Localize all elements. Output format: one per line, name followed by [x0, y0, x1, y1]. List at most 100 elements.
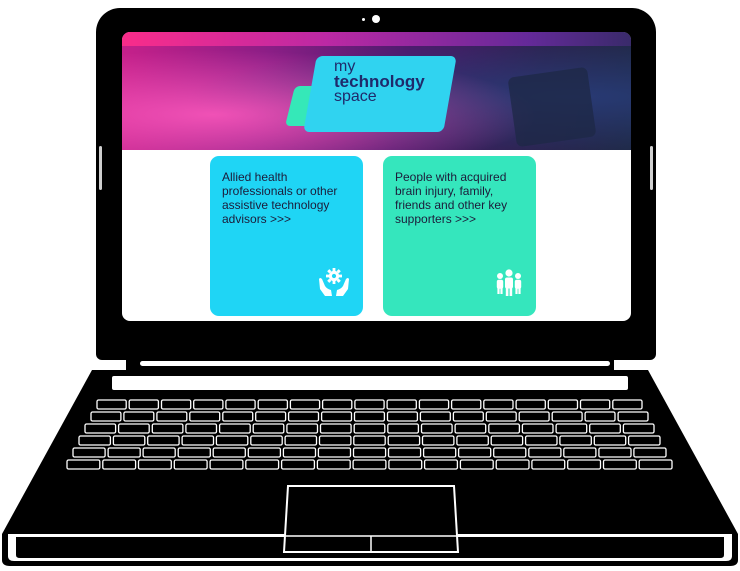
keyboard-key[interactable]: [156, 411, 188, 422]
keyboard-key[interactable]: [252, 423, 285, 434]
keyboard-key[interactable]: [317, 447, 352, 458]
keyboard-key[interactable]: [352, 447, 387, 458]
keyboard-key[interactable]: [78, 435, 112, 446]
keyboard-key[interactable]: [521, 423, 554, 434]
keyboard-key[interactable]: [107, 447, 141, 458]
keyboard-key[interactable]: [420, 423, 453, 434]
keyboard-key[interactable]: [483, 399, 514, 410]
keyboard-key[interactable]: [321, 399, 353, 410]
keyboard-key[interactable]: [531, 459, 566, 470]
keyboard-key[interactable]: [524, 435, 558, 446]
keyboard-key[interactable]: [559, 435, 592, 446]
keyboard-key[interactable]: [579, 399, 611, 410]
keyboard-key[interactable]: [495, 459, 530, 470]
keyboard-key[interactable]: [638, 459, 673, 470]
keyboard-key[interactable]: [193, 399, 224, 410]
keyboard-key[interactable]: [282, 447, 317, 458]
keyboard-key[interactable]: [567, 459, 602, 470]
card-professionals[interactable]: Allied health professionals or other ass…: [210, 156, 363, 316]
keyboard-key[interactable]: [218, 423, 251, 434]
keyboard-key[interactable]: [286, 423, 319, 434]
keyboard-key[interactable]: [185, 423, 218, 434]
keyboard-key[interactable]: [622, 423, 655, 434]
keyboard-key[interactable]: [387, 435, 421, 446]
keyboard-key[interactable]: [584, 411, 616, 422]
keyboard-key[interactable]: [247, 447, 282, 458]
keyboard-key[interactable]: [212, 447, 246, 458]
card-people-with-abi[interactable]: People with acquired brain injury, famil…: [383, 156, 536, 316]
keyboard-key[interactable]: [353, 435, 386, 446]
keyboard-key[interactable]: [488, 423, 521, 434]
keyboard-key[interactable]: [528, 447, 562, 458]
keyboard-key[interactable]: [123, 411, 155, 422]
keyboard-key[interactable]: [422, 447, 457, 458]
keyboard-key[interactable]: [627, 435, 661, 446]
keyboard-key[interactable]: [160, 399, 192, 410]
keyboard-key[interactable]: [547, 399, 579, 410]
keyboard-key[interactable]: [112, 435, 146, 446]
keyboard-key[interactable]: [418, 399, 450, 410]
keyboard-key[interactable]: [222, 411, 254, 422]
keyboard-key[interactable]: [280, 459, 316, 470]
keyboard-key[interactable]: [459, 459, 494, 470]
keyboard-key[interactable]: [257, 399, 289, 410]
keyboard-key[interactable]: [151, 423, 184, 434]
keyboard-key[interactable]: [66, 459, 101, 470]
keyboard-key[interactable]: [287, 411, 320, 422]
keyboard-key[interactable]: [563, 447, 597, 458]
keyboard-key[interactable]: [602, 459, 637, 470]
keyboard-key[interactable]: [147, 435, 180, 446]
keyboard-key[interactable]: [423, 459, 459, 470]
keyboard-key[interactable]: [137, 459, 172, 470]
keyboard-key[interactable]: [316, 459, 351, 470]
keyboard-key[interactable]: [173, 459, 208, 470]
keyboard-key[interactable]: [255, 411, 287, 422]
keyboard-key[interactable]: [84, 423, 117, 434]
keyboard-key[interactable]: [589, 423, 621, 434]
keyboard-key[interactable]: [419, 411, 451, 422]
keyboard-key[interactable]: [142, 447, 176, 458]
keyboard-key[interactable]: [352, 459, 387, 470]
keyboard-key[interactable]: [318, 435, 352, 446]
keyboard-key[interactable]: [388, 459, 423, 470]
keyboard-key[interactable]: [617, 411, 649, 422]
keyboard-key[interactable]: [181, 435, 215, 446]
keyboard-key[interactable]: [117, 423, 150, 434]
keyboard-key[interactable]: [250, 435, 283, 446]
keyboard-key[interactable]: [593, 435, 627, 446]
keyboard-key[interactable]: [551, 411, 583, 422]
keyboard-key[interactable]: [387, 423, 420, 434]
keyboard-key[interactable]: [320, 411, 353, 422]
keyboard-key[interactable]: [493, 447, 527, 458]
keyboard-key[interactable]: [387, 447, 422, 458]
keyboard-key[interactable]: [284, 435, 318, 446]
keyboard-key[interactable]: [90, 411, 122, 422]
keyboard-key[interactable]: [454, 423, 487, 434]
site-logo-text[interactable]: my technology space: [334, 59, 454, 105]
trackpad[interactable]: [282, 485, 460, 553]
keyboard-key[interactable]: [353, 411, 386, 422]
keyboard-key[interactable]: [225, 399, 256, 410]
keyboard-key[interactable]: [457, 447, 492, 458]
keyboard-key[interactable]: [128, 399, 160, 410]
keyboard-key[interactable]: [209, 459, 244, 470]
keyboard-key[interactable]: [555, 423, 588, 434]
keyboard-key[interactable]: [72, 447, 106, 458]
keyboard-key[interactable]: [485, 411, 517, 422]
keyboard-key[interactable]: [319, 423, 352, 434]
keyboard-key[interactable]: [598, 447, 632, 458]
keyboard-key[interactable]: [518, 411, 550, 422]
keyboard-key[interactable]: [456, 435, 489, 446]
keyboard-key[interactable]: [96, 399, 127, 410]
keyboard-key[interactable]: [215, 435, 249, 446]
keyboard-key[interactable]: [490, 435, 524, 446]
keyboard-key[interactable]: [189, 411, 221, 422]
keyboard-key[interactable]: [353, 423, 386, 434]
keyboard-key[interactable]: [515, 399, 546, 410]
keyboard-key[interactable]: [177, 447, 211, 458]
keyboard-key[interactable]: [386, 399, 417, 410]
keyboard-key[interactable]: [354, 399, 385, 410]
keyboard-key[interactable]: [245, 459, 280, 470]
keyboard-key[interactable]: [452, 411, 484, 422]
keyboard-key[interactable]: [421, 435, 455, 446]
